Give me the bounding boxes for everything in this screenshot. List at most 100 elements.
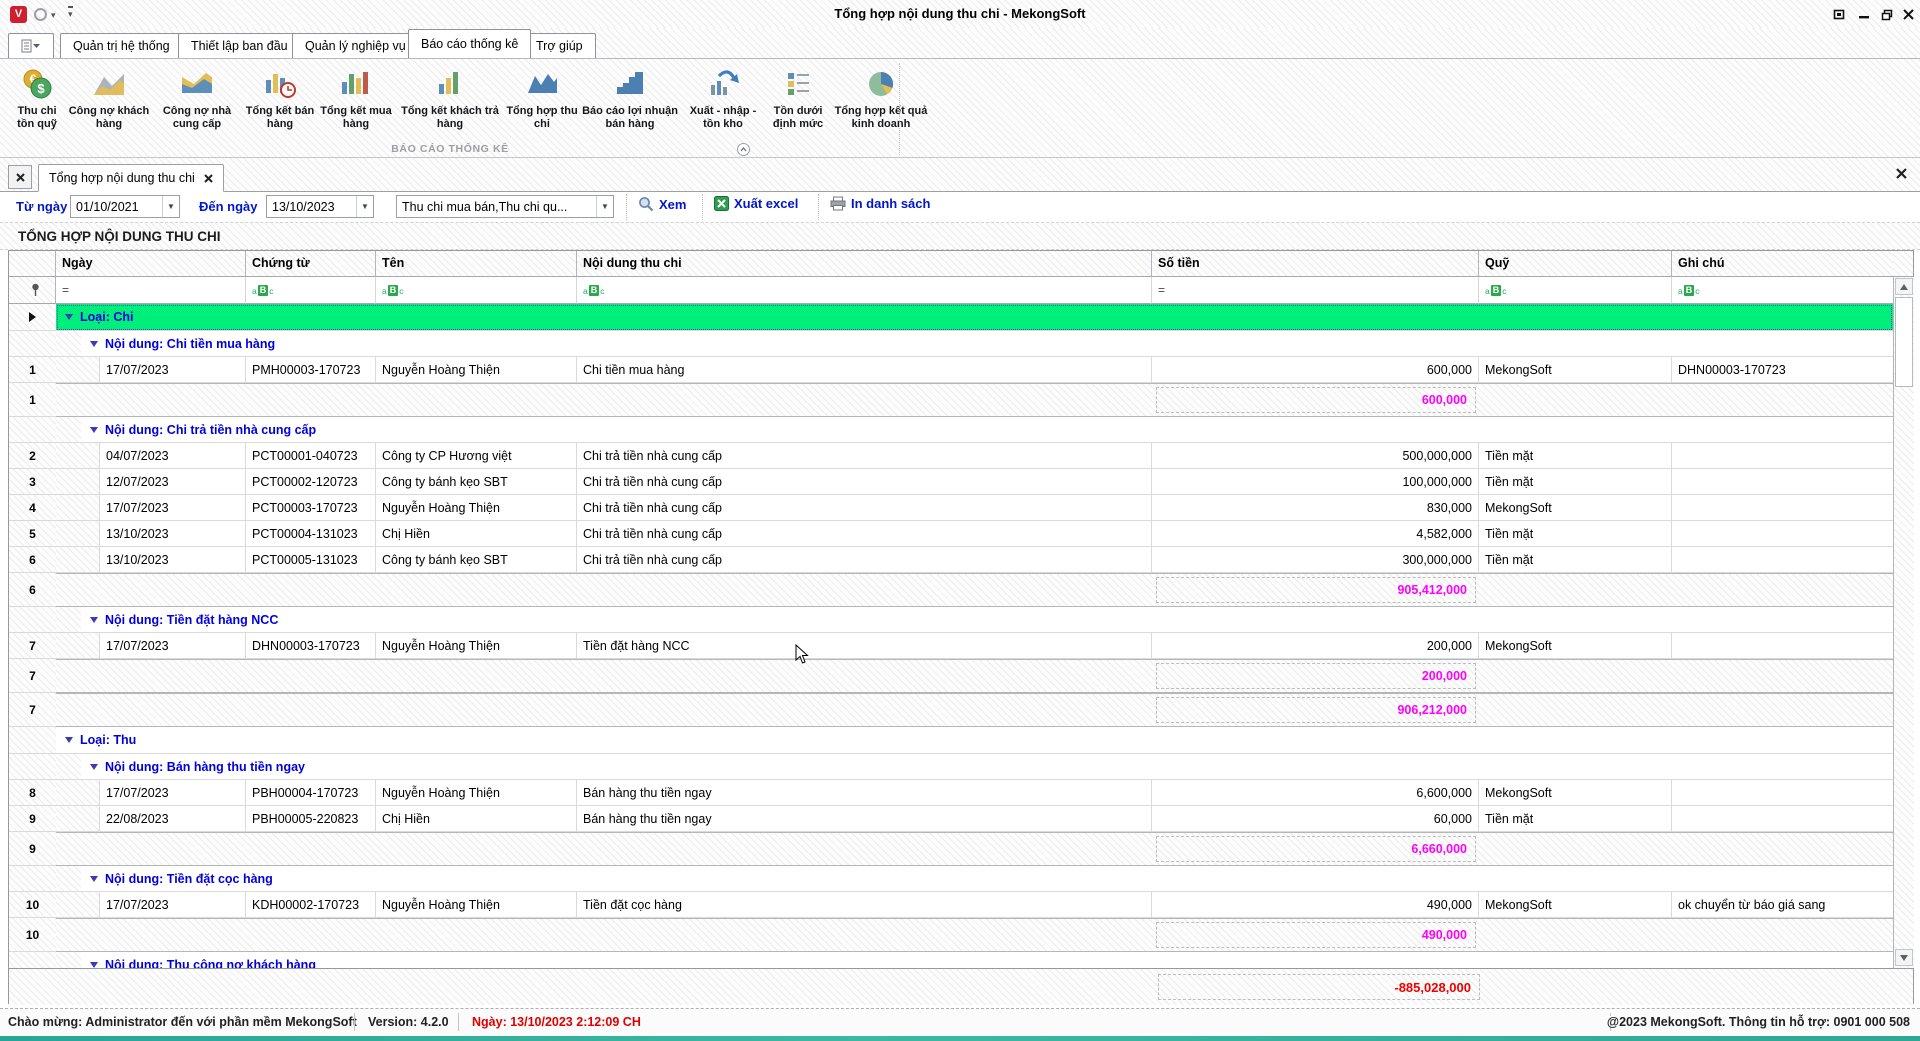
menu-launcher-tab[interactable] <box>8 33 54 58</box>
cell-7[interactable] <box>1672 495 1893 521</box>
collapse-group-icon[interactable] <box>90 341 98 347</box>
cell-7[interactable] <box>1672 780 1893 806</box>
cell-7[interactable] <box>1672 469 1893 495</box>
type-filter-select[interactable]: Thu chi mua bán,Thu chi qu... ▼ <box>396 195 614 218</box>
cell-1[interactable]: 13/10/2023 <box>99 521 246 547</box>
cell-1[interactable]: 17/07/2023 <box>99 495 246 521</box>
cell-3[interactable]: Nguyễn Hoàng Thiện <box>376 495 577 521</box>
abc-filter-icon[interactable]: aBc <box>583 285 604 296</box>
cell-6[interactable]: MekongSoft <box>1479 357 1672 383</box>
cell-5[interactable]: 4,582,000 <box>1152 521 1479 547</box>
group-header-content[interactable]: Nội dung: Tiền đặt hàng NCC <box>81 607 1893 633</box>
minimize-button[interactable] <box>1855 7 1873 22</box>
collapse-group-icon[interactable] <box>90 617 98 623</box>
cell-3[interactable]: Nguyễn Hoàng Thiện <box>376 892 577 918</box>
cell-5[interactable]: 500,000,000 <box>1152 443 1479 469</box>
ribbon-button-xuat-nhap-ton-kho[interactable]: Xuất - nhập - tồn kho <box>682 63 764 131</box>
close-button[interactable] <box>1899 7 1917 22</box>
cell-4[interactable]: Chi trả tiền nhà cung cấp <box>577 443 1152 469</box>
menu-tab-quan-tri-he-thong[interactable]: Quản trị hệ thống <box>60 33 183 58</box>
group-header-content[interactable]: Nội dung: Chi trả tiền nhà cung cấp <box>81 417 1893 443</box>
subtotal-row[interactable]: 7200,000 <box>9 659 1893 693</box>
cell-4[interactable]: Chi trả tiền nhà cung cấp <box>577 469 1152 495</box>
cell-2[interactable]: PBH00004-170723 <box>246 780 376 806</box>
column-header-7[interactable]: Ghi chú <box>1672 251 1894 277</box>
table-row[interactable]: 417/07/2023PCT00003-170723Nguyễn Hoàng T… <box>9 495 1893 521</box>
cell-5[interactable]: 600,000 <box>1152 357 1479 383</box>
subtotal-row[interactable]: 7906,212,000 <box>9 693 1893 727</box>
collapse-group-icon[interactable] <box>90 876 98 882</box>
abc-filter-icon[interactable]: aBc <box>1485 285 1506 296</box>
column-header-4[interactable]: Nội dung thu chi <box>577 251 1152 277</box>
close-document-button[interactable] <box>1896 168 1907 182</box>
table-row[interactable]: 117/07/2023PMH00003-170723Nguyễn Hoàng T… <box>9 357 1893 383</box>
cell-5[interactable]: 100,000,000 <box>1152 469 1479 495</box>
chevron-down-icon[interactable]: ▼ <box>356 196 373 217</box>
ribbon-button-bao-cao-loi-nhuan[interactable]: Báo cáo lợi nhuận bán hàng <box>578 63 682 131</box>
cell-2[interactable]: KDH00002-170723 <box>246 892 376 918</box>
restore-button[interactable] <box>1878 7 1896 22</box>
print-list-button[interactable]: In danh sách <box>830 196 930 211</box>
filter-cell-7[interactable]: aBc <box>1672 277 1894 304</box>
cell-5[interactable]: 490,000 <box>1152 892 1479 918</box>
group-row-level2[interactable]: Nội dung: Bán hàng thu tiền ngay <box>9 754 1893 780</box>
group-header-content[interactable]: Nội dung: Thu công nợ khách hàng <box>81 952 1893 968</box>
cell-2[interactable]: PCT00003-170723 <box>246 495 376 521</box>
scroll-up-button[interactable] <box>1895 278 1913 295</box>
group-header-content[interactable]: Loại: Thu <box>56 727 1893 754</box>
ribbon-button-tong-ket-mua-hang[interactable]: Tổng kết mua hàng <box>318 63 394 131</box>
column-header-3[interactable]: Tên <box>376 251 577 277</box>
group-row-level2[interactable]: Nội dung: Thu công nợ khách hàng <box>9 952 1893 968</box>
table-row[interactable]: 922/08/2023PBH00005-220823Chị HiềnBán hà… <box>9 806 1893 832</box>
cell-7[interactable] <box>1672 633 1893 659</box>
filter-cell-6[interactable]: aBc <box>1479 277 1672 304</box>
export-excel-button[interactable]: Xuất excel <box>714 196 798 211</box>
abc-filter-icon[interactable]: aBc <box>382 285 403 296</box>
cell-4[interactable]: Chi tiền mua hàng <box>577 357 1152 383</box>
cell-4[interactable]: Bán hàng thu tiền ngay <box>577 806 1152 832</box>
cell-1[interactable]: 12/07/2023 <box>99 469 246 495</box>
filter-cell-4[interactable]: aBc <box>577 277 1152 304</box>
cell-3[interactable]: Chị Hiền <box>376 521 577 547</box>
cell-5[interactable]: 60,000 <box>1152 806 1479 832</box>
cell-2[interactable]: PBH00005-220823 <box>246 806 376 832</box>
group-row-level1[interactable]: Loại: Chi <box>9 304 1893 331</box>
fullscreen-button[interactable] <box>1830 7 1848 22</box>
cell-3[interactable]: Công ty CP Hương việt <box>376 443 577 469</box>
ribbon-button-ton-duoi-dinh-muc[interactable]: Tồn dưới định mức <box>764 63 832 131</box>
cell-6[interactable]: MekongSoft <box>1479 780 1672 806</box>
ribbon-button-tong-ket-ban-hang[interactable]: Tổng kết bán hàng <box>242 63 318 131</box>
ribbon-collapse-button[interactable] <box>737 143 750 156</box>
collapse-group-icon[interactable] <box>65 737 73 743</box>
cell-6[interactable]: MekongSoft <box>1479 892 1672 918</box>
cell-2[interactable]: PCT00002-120723 <box>246 469 376 495</box>
cell-1[interactable]: 17/07/2023 <box>99 780 246 806</box>
close-all-tabs-button[interactable] <box>8 165 32 189</box>
cell-7[interactable]: DHN00003-170723 <box>1672 357 1893 383</box>
group-row-level2[interactable]: Nội dung: Chi trả tiền nhà cung cấp <box>9 417 1893 443</box>
table-row[interactable]: 513/10/2023PCT00004-131023Chị HiềnChi tr… <box>9 521 1893 547</box>
cell-7[interactable] <box>1672 443 1893 469</box>
cell-4[interactable]: Chi trả tiền nhà cung cấp <box>577 547 1152 573</box>
cell-7[interactable] <box>1672 521 1893 547</box>
group-row-level2[interactable]: Nội dung: Tiền đặt hàng NCC <box>9 607 1893 633</box>
cell-6[interactable]: Tiền mặt <box>1479 806 1672 832</box>
cell-2[interactable]: PCT00004-131023 <box>246 521 376 547</box>
filter-cell-2[interactable]: aBc <box>246 277 376 304</box>
cell-5[interactable]: 300,000,000 <box>1152 547 1479 573</box>
chevron-down-icon[interactable]: ▼ <box>162 196 179 217</box>
menu-tab-bao-cao-thong-ke[interactable]: Báo cáo thống kê <box>408 29 531 58</box>
collapse-group-icon[interactable] <box>90 962 98 968</box>
abc-filter-icon[interactable]: aBc <box>1678 285 1699 296</box>
cell-1[interactable]: 17/07/2023 <box>99 633 246 659</box>
cell-3[interactable]: Công ty bánh kẹo SBT <box>376 469 577 495</box>
column-header-6[interactable]: Quỹ <box>1479 251 1672 277</box>
to-date-input[interactable]: 13/10/2023 ▼ <box>266 195 374 218</box>
subtotal-row[interactable]: 1600,000 <box>9 383 1893 417</box>
cell-2[interactable]: DHN00003-170723 <box>246 633 376 659</box>
group-row-level1[interactable]: Loại: Thu <box>9 727 1893 754</box>
cell-4[interactable]: Tiền đặt cọc hàng <box>577 892 1152 918</box>
from-date-input[interactable]: 01/10/2021 ▼ <box>70 195 180 218</box>
menu-tab-quan-ly-nghiep-vu[interactable]: Quản lý nghiệp vụ <box>292 33 419 58</box>
collapse-group-icon[interactable] <box>90 764 98 770</box>
